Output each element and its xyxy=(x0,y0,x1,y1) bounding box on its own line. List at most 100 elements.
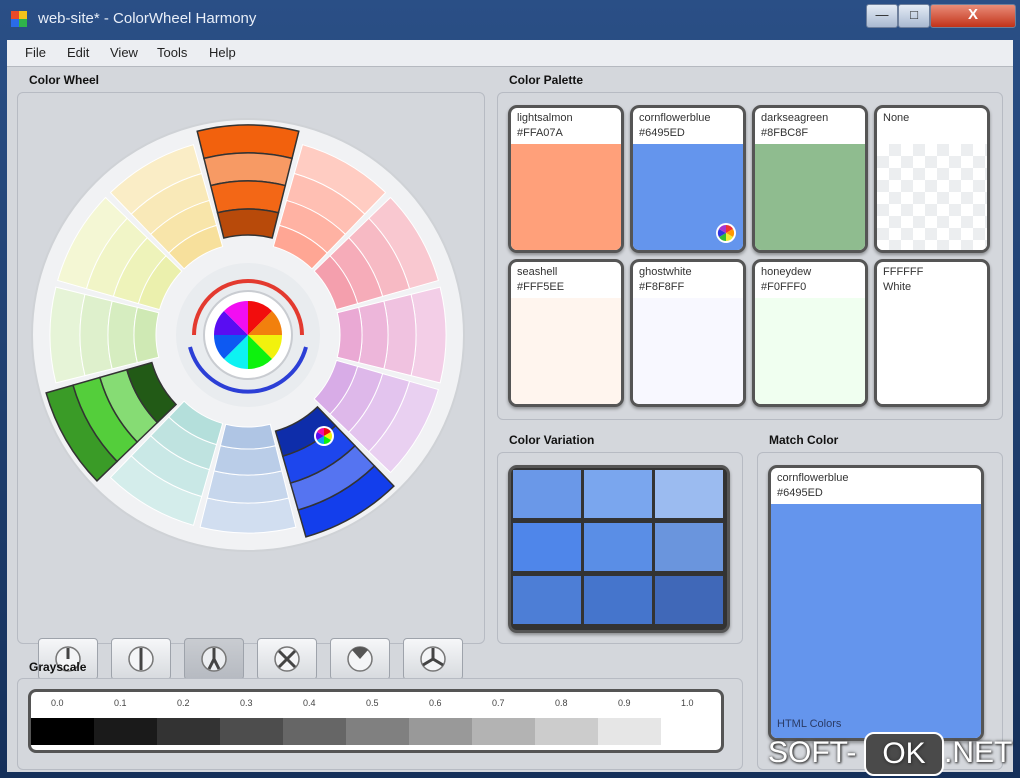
palette-swatch-none[interactable]: None xyxy=(874,105,990,253)
close-button[interactable]: X xyxy=(930,4,1016,28)
harmony-triad-button[interactable] xyxy=(403,638,463,680)
title-bar[interactable]: web-site* - ColorWheel Harmony — □ X xyxy=(0,0,1020,38)
grayscale-cell xyxy=(346,718,409,745)
swatch-color xyxy=(511,144,621,250)
grayscale-tick: 0.5 xyxy=(366,698,379,708)
grayscale-tick: 0.7 xyxy=(492,698,505,708)
color-wheel-group xyxy=(17,92,485,680)
harmony-complement-button[interactable] xyxy=(111,638,171,680)
grayscale-cell xyxy=(661,718,721,745)
palette-swatch-seashell[interactable]: seashell #FFF5EE xyxy=(508,259,624,407)
swatch-hex: #F8F8FF xyxy=(639,281,685,293)
menu-view[interactable]: View xyxy=(110,45,138,60)
swatch-hex: White xyxy=(883,281,912,293)
wheel-segment[interactable] xyxy=(107,300,138,370)
swatch-name: seashell xyxy=(517,266,558,278)
swatch-hex: #FFF5EE xyxy=(517,281,565,293)
menu-bar: File Edit View Tools Help xyxy=(7,40,1013,67)
swatch-color xyxy=(633,298,743,404)
swatch-hex: #8FBC8F xyxy=(761,127,809,139)
split-harmony-icon xyxy=(201,646,227,672)
grayscale-group: 0.0 0.1 0.2 0.3 0.4 0.5 0.6 0.7 0.8 0.9 … xyxy=(17,678,743,770)
match-color-group: cornflowerblue #6495ED HTML Colors xyxy=(757,452,1003,770)
watermark-text-soft: SOFT- xyxy=(768,736,857,769)
swatch-hex: #F0FFF0 xyxy=(761,281,807,293)
match-color-name: cornflowerblue xyxy=(777,472,849,484)
color-picker-icon xyxy=(716,223,736,243)
palette-swatch-white[interactable]: FFFFFF White xyxy=(874,259,990,407)
grayscale-tick: 1.0 xyxy=(681,698,694,708)
app-window: web-site* - ColorWheel Harmony — □ X Fil… xyxy=(0,0,1020,778)
app-icon xyxy=(11,11,27,27)
window-title: web-site* - ColorWheel Harmony xyxy=(38,10,257,27)
grayscale-cell xyxy=(535,718,598,745)
grayscale-title: Grayscale xyxy=(29,660,87,674)
watermark-text-net: .NET xyxy=(944,736,1013,769)
variation-cell[interactable] xyxy=(655,470,723,518)
variation-cell[interactable] xyxy=(584,523,652,571)
variation-cell[interactable] xyxy=(584,576,652,624)
grayscale-cell xyxy=(283,718,346,745)
grayscale-tick: 0.3 xyxy=(240,698,253,708)
variation-cell[interactable] xyxy=(513,576,581,624)
variation-cell[interactable] xyxy=(513,470,581,518)
match-color-title: Match Color xyxy=(769,433,839,447)
palette-swatch-cornflowerblue[interactable]: cornflowerblue #6495ED xyxy=(630,105,746,253)
palette-swatch-lightsalmon[interactable]: lightsalmon #FFA07A xyxy=(508,105,624,253)
palette-swatch-honeydew[interactable]: honeydew #F0FFF0 xyxy=(752,259,868,407)
analogous-harmony-icon xyxy=(347,646,373,672)
color-variation-group xyxy=(497,452,743,644)
watermark: SOFT- OK .NET xyxy=(768,732,1020,778)
grayscale-bar[interactable]: 0.0 0.1 0.2 0.3 0.4 0.5 0.6 0.7 0.8 0.9 … xyxy=(28,689,724,753)
swatch-name: darkseagreen xyxy=(761,112,829,124)
swatch-name: None xyxy=(883,112,910,124)
wheel-segment[interactable] xyxy=(216,208,280,239)
grayscale-tick: 0.1 xyxy=(114,698,127,708)
menu-edit[interactable]: Edit xyxy=(67,45,89,60)
variation-cell[interactable] xyxy=(584,470,652,518)
color-palette-group: lightsalmon #FFA07A cornflowerblue #6495… xyxy=(497,92,1003,420)
watermark-text-ok: OK xyxy=(864,732,944,776)
complement-harmony-icon xyxy=(128,646,154,672)
match-color-hex: #6495ED xyxy=(777,487,823,499)
wheel-segment[interactable] xyxy=(79,293,113,377)
tetrad-harmony-icon xyxy=(274,646,300,672)
maximize-button[interactable]: □ xyxy=(898,4,930,28)
client-area: File Edit View Tools Help Color Wheel Co… xyxy=(7,40,1013,772)
transparent-checker xyxy=(877,144,987,250)
wheel-segment[interactable] xyxy=(336,306,363,364)
menu-file[interactable]: File xyxy=(25,45,46,60)
variation-cell[interactable] xyxy=(655,523,723,571)
grayscale-cell xyxy=(409,718,472,745)
grayscale-cell xyxy=(220,718,283,745)
variation-cell[interactable] xyxy=(513,523,581,571)
wheel-segment[interactable] xyxy=(213,445,283,476)
color-wheel[interactable] xyxy=(28,113,468,553)
grayscale-tick: 0.6 xyxy=(429,698,442,708)
menu-tools[interactable]: Tools xyxy=(157,45,187,60)
wheel-segment[interactable] xyxy=(383,293,417,377)
triad-harmony-icon xyxy=(420,646,446,672)
grayscale-cell xyxy=(157,718,220,745)
palette-swatch-darkseagreen[interactable]: darkseagreen #8FBC8F xyxy=(752,105,868,253)
variation-cell[interactable] xyxy=(655,576,723,624)
color-palette-title: Color Palette xyxy=(509,73,584,87)
wheel-segment[interactable] xyxy=(133,306,160,364)
swatch-hex: #FFA07A xyxy=(517,127,563,139)
match-color-footer: HTML Colors xyxy=(777,718,842,730)
harmony-tetrad-button[interactable] xyxy=(257,638,317,680)
minimize-button[interactable]: — xyxy=(866,4,898,28)
wheel-segment[interactable] xyxy=(209,180,287,214)
menu-help[interactable]: Help xyxy=(209,45,236,60)
color-wheel-title: Color Wheel xyxy=(29,73,100,87)
wheel-segment[interactable] xyxy=(219,423,277,450)
wheel-segment[interactable] xyxy=(358,300,389,370)
grayscale-cell xyxy=(598,718,661,745)
swatch-name: ghostwhite xyxy=(639,266,692,278)
harmony-analog-button[interactable] xyxy=(330,638,390,680)
wheel-segment[interactable] xyxy=(206,470,290,504)
swatch-color xyxy=(877,298,987,404)
match-color-swatch[interactable]: cornflowerblue #6495ED HTML Colors xyxy=(768,465,984,741)
palette-swatch-ghostwhite[interactable]: ghostwhite #F8F8FF xyxy=(630,259,746,407)
harmony-split-button[interactable] xyxy=(184,638,244,680)
